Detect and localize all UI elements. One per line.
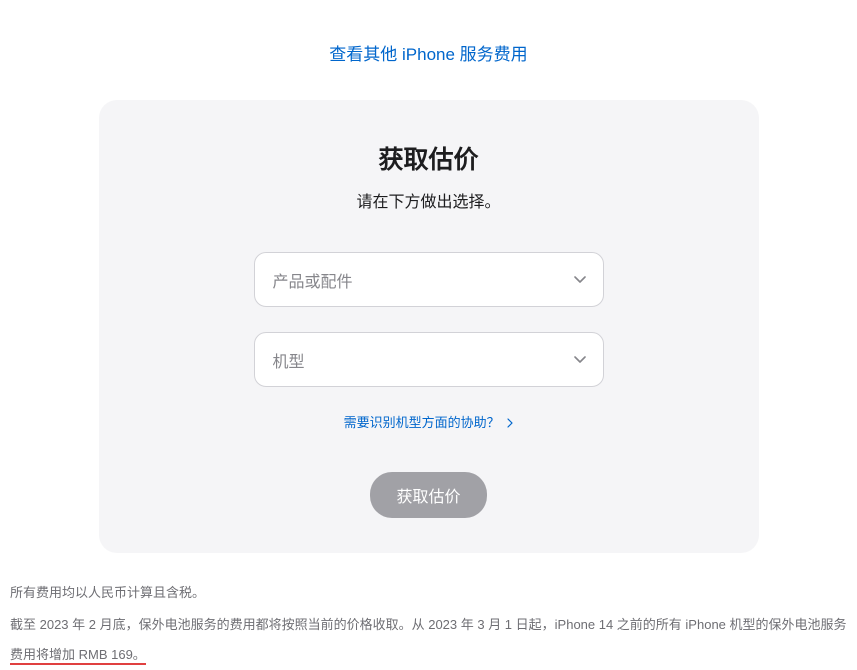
model-select[interactable]: 机型 <box>254 332 604 387</box>
product-select-placeholder: 产品或配件 <box>273 268 353 292</box>
identify-model-help-link[interactable]: 需要识别机型方面的协助？ <box>344 415 514 430</box>
footer-line-2: 截至 2023 年 2 月底，保外电池服务的费用都将按照当前的价格收取。从 20… <box>10 610 847 670</box>
chevron-down-icon <box>573 273 587 287</box>
footer-notes: 所有费用均以人民币计算且含税。 截至 2023 年 2 月底，保外电池服务的费用… <box>0 553 857 670</box>
model-select-wrapper: 机型 <box>254 332 604 387</box>
footer-highlight: 费用将增加 RMB 169。 <box>10 647 146 665</box>
get-estimate-button[interactable]: 获取估价 <box>370 472 486 518</box>
product-select-wrapper: 产品或配件 <box>254 252 604 307</box>
chevron-right-icon <box>507 416 513 431</box>
card-title: 获取估价 <box>139 140 719 176</box>
footer-line-1: 所有费用均以人民币计算且含税。 <box>10 578 847 608</box>
chevron-down-icon <box>573 353 587 367</box>
help-link-label: 需要识别机型方面的协助？ <box>344 415 500 430</box>
card-subtitle: 请在下方做出选择。 <box>139 188 719 212</box>
estimate-card: 获取估价 请在下方做出选择。 产品或配件 机型 需要识别机型方面的协助？ 获取估… <box>99 100 759 553</box>
product-select[interactable]: 产品或配件 <box>254 252 604 307</box>
help-link-container: 需要识别机型方面的协助？ <box>139 412 719 432</box>
view-other-services-link[interactable]: 查看其他 iPhone 服务费用 <box>329 45 527 64</box>
model-select-placeholder: 机型 <box>273 348 305 372</box>
footer-line-2-text: 截至 2023 年 2 月底，保外电池服务的费用都将按照当前的价格收取。从 20… <box>10 617 847 632</box>
top-link-container: 查看其他 iPhone 服务费用 <box>0 0 857 85</box>
